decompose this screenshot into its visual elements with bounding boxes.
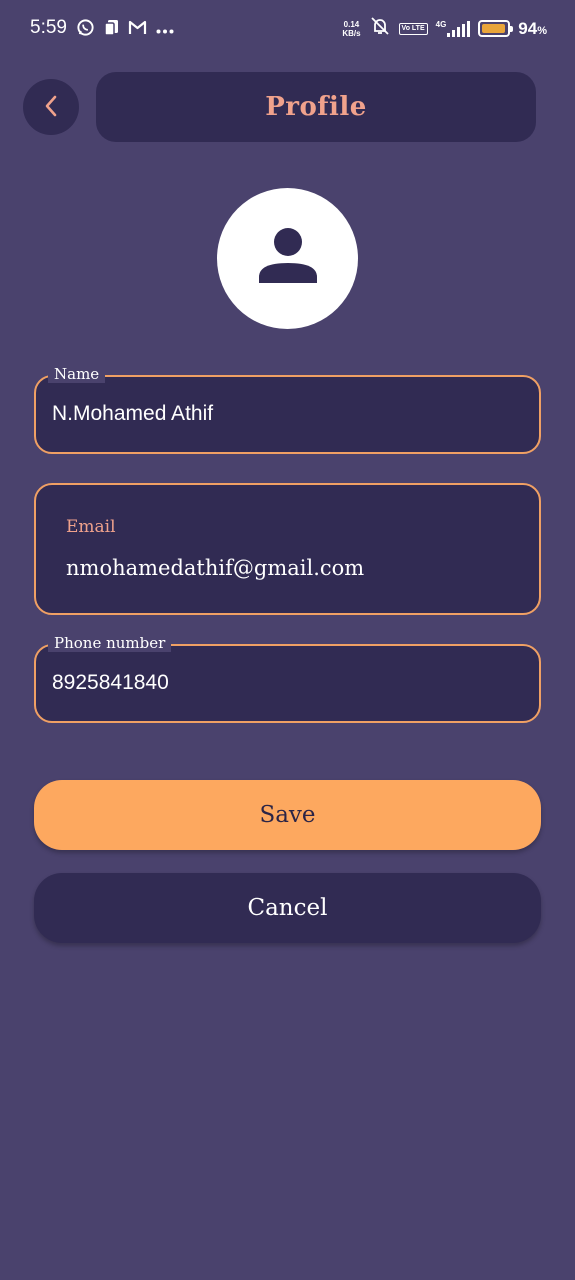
battery-percent-value: 94 [518, 18, 538, 38]
mute-bell-icon [369, 16, 391, 41]
avatar[interactable] [217, 188, 358, 329]
phone-input[interactable]: 8925841840 [52, 671, 169, 695]
network-speed: 0.14 KB/s [342, 20, 360, 38]
back-button[interactable] [23, 79, 79, 135]
name-field[interactable]: Name N.Mohamed Athif [34, 365, 541, 454]
phone-label: Phone number [48, 634, 172, 652]
name-label: Name [48, 365, 106, 383]
more-dots-icon [156, 21, 174, 39]
battery-level [482, 24, 505, 33]
email-label: Email [66, 517, 116, 537]
page-title: Profile [265, 92, 367, 122]
save-button[interactable]: Save [34, 780, 541, 850]
gmail-icon [128, 20, 147, 40]
network-type: 4G [435, 19, 447, 29]
sim-card-icon [104, 19, 119, 41]
network-speed-unit: KB/s [342, 28, 361, 38]
notification-icons [76, 18, 174, 42]
phone-field[interactable]: Phone number 8925841840 [34, 634, 541, 723]
volte-badge: Vo LTE [398, 22, 428, 35]
chevron-left-icon [42, 94, 60, 121]
header-bar: Profile [96, 72, 536, 142]
whatsapp-icon [76, 18, 95, 42]
system-icons: 0.14 KB/s Vo LTE 4G 94% [342, 16, 547, 41]
signal-bars-icon [447, 20, 471, 37]
person-icon [257, 225, 319, 292]
name-input[interactable]: N.Mohamed Athif [52, 402, 213, 426]
battery-icon [478, 20, 514, 37]
cancel-button[interactable]: Cancel [34, 873, 541, 943]
mobile-signal: 4G [435, 19, 471, 37]
battery-percent-unit: % [537, 24, 547, 37]
email-field[interactable]: Email nmohamedathif@gmail.com [34, 483, 541, 615]
email-input[interactable]: nmohamedathif@gmail.com [66, 556, 364, 580]
battery-percent: 94% [518, 19, 547, 39]
status-time: 5:59 [30, 17, 67, 38]
network-speed-value: 0.14 [343, 19, 360, 29]
status-bar: 5:59 0.14 KB/s Vo LTE 4G 94% [0, 0, 575, 58]
